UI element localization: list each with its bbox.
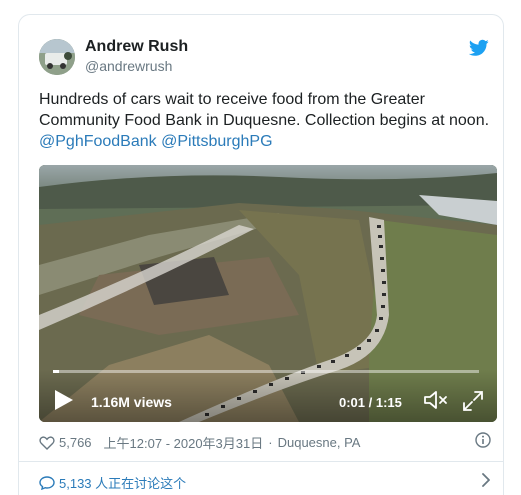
comment-icon	[39, 475, 55, 490]
heart-icon[interactable]	[39, 435, 55, 450]
volume-icon[interactable]	[422, 388, 450, 412]
tweet-text: Hundreds of cars wait to receive food fr…	[39, 89, 491, 152]
discussion-link[interactable]: 5,133 人正在讨论这个	[39, 473, 186, 492]
tweet-timestamp[interactable]: 上午12:07 - 2020年3月31日	[104, 433, 264, 452]
tweet-meta: 5,766 上午12:07 - 2020年3月31日 · Duquesne, P…	[39, 433, 360, 452]
video-progress-bar[interactable]	[53, 370, 479, 373]
author-handle[interactable]: @andrewrush	[85, 58, 172, 74]
tweet-body: Hundreds of cars wait to receive food fr…	[39, 91, 490, 129]
divider	[19, 461, 503, 462]
tweet-location[interactable]: Duquesne, PA	[278, 435, 361, 450]
video-progress-fill	[53, 370, 59, 373]
twitter-bird-icon[interactable]	[469, 39, 489, 57]
view-count: 1.16M views	[91, 394, 172, 410]
meta-separator: ·	[268, 435, 273, 450]
video-player[interactable]: 1.16M views 0:01 / 1:15	[39, 165, 497, 422]
mention-link[interactable]: @PittsburghPG	[161, 133, 272, 150]
discussion-label[interactable]: 5,133 人正在讨论这个	[59, 473, 186, 492]
video-time: 0:01 / 1:15	[339, 395, 402, 410]
like-count[interactable]: 5,766	[59, 435, 92, 450]
author-name[interactable]: Andrew Rush	[85, 38, 188, 56]
info-icon[interactable]	[475, 432, 491, 448]
tweet-card: Andrew Rush @andrewrush Hundreds of cars…	[18, 14, 504, 495]
play-icon[interactable]	[53, 388, 75, 412]
chevron-right-icon[interactable]	[481, 473, 491, 487]
fullscreen-icon[interactable]	[461, 389, 485, 413]
mention-link[interactable]: @PghFoodBank	[39, 133, 157, 150]
avatar[interactable]	[39, 39, 75, 75]
